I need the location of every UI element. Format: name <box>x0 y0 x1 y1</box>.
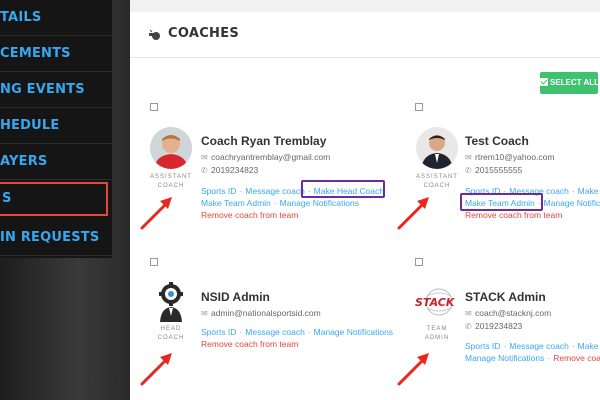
sidebar-item-upcoming-events[interactable]: NG EVENTS <box>0 72 112 108</box>
envelope-icon: ✉ <box>201 309 208 318</box>
role-label: HEAD COACH <box>157 326 185 341</box>
avatar <box>150 127 192 169</box>
stack-logo-icon: STACK <box>413 282 455 322</box>
sidebar-item-announcements[interactable]: CEMENTS <box>0 36 112 72</box>
coach-name: Test Coach <box>465 134 529 148</box>
role-label: TEAM ADMIN <box>424 326 450 341</box>
envelope-icon: ✉ <box>465 309 472 318</box>
make-head-coach-link[interactable]: Make H <box>578 186 600 196</box>
envelope-icon: ✉ <box>201 153 208 162</box>
remove-coach-link[interactable]: Remove coach from team <box>465 210 562 220</box>
avatar <box>150 280 192 322</box>
remove-coach-link[interactable]: Remove coach from team <box>201 339 298 349</box>
coach-phone: ✆ 2019234823 <box>465 321 523 331</box>
coach-actions: Sports ID·Message coach·Make H Manage No… <box>465 340 600 364</box>
gear-person-icon <box>150 280 192 322</box>
sidebar-item-players[interactable]: AYERS <box>0 144 112 180</box>
sidebar: TAILS CEMENTS NG EVENTS HEDULE AYERS S I… <box>0 0 112 258</box>
sidebar-item-coaches[interactable]: S <box>0 182 108 216</box>
manage-notifications-link[interactable]: Manage Notifications <box>280 198 359 208</box>
manage-notifications-link[interactable]: Manage Notifications <box>544 198 600 208</box>
make-team-admin-link[interactable]: Make Team Admin <box>201 198 271 208</box>
coach-name: NSID Admin <box>201 290 270 304</box>
phone-icon: ✆ <box>465 166 472 175</box>
phone-icon: ✆ <box>465 322 472 331</box>
coach-name: STACK Admin <box>465 290 546 304</box>
coach-phone: ✆ 2015555555 <box>465 165 523 175</box>
envelope-icon: ✉ <box>465 153 472 162</box>
coach-email: ✉ coach@stacknj.com <box>465 308 552 318</box>
sports-id-link[interactable]: Sports ID <box>465 341 500 351</box>
red-arrow-icon <box>140 197 172 230</box>
red-arrow-icon <box>140 353 172 386</box>
svg-text:STACK: STACK <box>415 296 455 309</box>
red-arrow-icon <box>397 197 429 230</box>
remove-coach-link[interactable]: Remove coach from team <box>201 210 298 220</box>
red-arrow-icon <box>397 353 429 386</box>
select-all-button[interactable]: SELECT ALL <box>540 72 600 94</box>
select-all-label: SELECT ALL <box>550 78 600 87</box>
coach-select-checkbox[interactable] <box>415 103 423 111</box>
page-title: COACHES <box>168 26 240 41</box>
sidebar-item-details[interactable]: TAILS <box>0 0 112 36</box>
coach-email: ✉ rtrem10@yahoo.com <box>465 152 555 162</box>
make-head-coach-link[interactable]: Make H <box>578 341 600 351</box>
coach-select-checkbox[interactable] <box>150 103 158 111</box>
sports-id-link[interactable]: Sports ID <box>201 327 236 337</box>
sports-id-link[interactable]: Sports ID <box>201 186 236 196</box>
coach-email: ✉ coachryantremblay@gmail.com <box>201 152 331 162</box>
card-header: COACHES <box>130 12 600 58</box>
coach-name: Coach Ryan Tremblay <box>201 134 327 148</box>
role-label: ASSISTANT COACH <box>416 174 458 189</box>
sidebar-item-schedule[interactable]: HEDULE <box>0 108 112 144</box>
coach-select-checkbox[interactable] <box>415 258 423 266</box>
message-coach-link[interactable]: Message coach <box>245 327 305 337</box>
coach-select-checkbox[interactable] <box>150 258 158 266</box>
whistle-icon <box>149 29 160 40</box>
coaches-card: COACHES SELECT ALL ASSISTANT COACH Coach … <box>130 12 600 400</box>
avatar <box>416 127 458 169</box>
remove-coach-link[interactable]: Remove coac <box>553 353 600 363</box>
coach-email: ✉ admin@nationalsportsid.com <box>201 308 321 318</box>
manage-notifications-link[interactable]: Manage Notifications <box>465 353 544 363</box>
role-label: ASSISTANT COACH <box>150 174 192 189</box>
coach-phone: ✆ 2019234823 <box>201 165 259 175</box>
sidebar-item-join-requests[interactable]: IN REQUESTS <box>0 220 112 256</box>
highlight-box <box>460 193 543 211</box>
message-coach-link[interactable]: Message coach <box>245 186 305 196</box>
checkbox-icon <box>540 78 548 86</box>
avatar: STACK <box>413 282 455 324</box>
phone-icon: ✆ <box>201 166 208 175</box>
message-coach-link[interactable]: Message coach <box>509 341 569 351</box>
main-panel: COACHES SELECT ALL ASSISTANT COACH Coach … <box>130 0 600 400</box>
manage-notifications-link[interactable]: Manage Notifications <box>314 327 393 337</box>
coach-actions: Sports ID · Message coach · Manage Notificat… <box>201 327 394 349</box>
highlight-box <box>301 180 385 198</box>
